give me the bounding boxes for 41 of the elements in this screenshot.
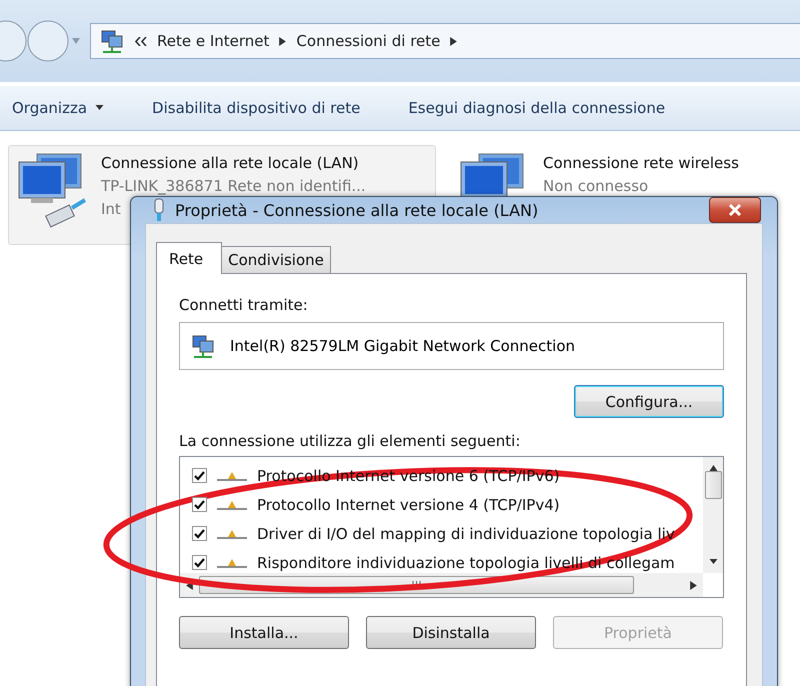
overflow-chevron-icon bbox=[135, 36, 147, 46]
vertical-scrollbar[interactable] bbox=[703, 457, 723, 573]
adapter-field: Intel(R) 82579LM Gigabit Network Connection bbox=[179, 322, 724, 370]
dialog-button[interactable]: Disinstalla bbox=[366, 616, 536, 649]
breadcrumb-item[interactable]: Connessioni di rete bbox=[296, 32, 440, 50]
checkbox[interactable] bbox=[192, 468, 207, 483]
checkbox[interactable] bbox=[192, 555, 207, 570]
scroll-down-icon bbox=[708, 559, 718, 565]
toolbar-button[interactable]: Disabilita dispositivo di rete bbox=[152, 99, 360, 117]
connection-name: Connessione rete wireless bbox=[543, 153, 739, 174]
network-adapter-icon bbox=[190, 333, 216, 359]
organize-menu[interactable]: Organizza bbox=[12, 99, 104, 117]
breadcrumb-arrow-icon bbox=[450, 36, 458, 46]
connection-status: Non connesso bbox=[543, 176, 648, 197]
tab[interactable]: Condivisione bbox=[221, 246, 331, 274]
connection-status: TP-LINK_386871 Rete non identifi... bbox=[101, 176, 366, 197]
network-folder-icon bbox=[99, 28, 125, 54]
component-label[interactable]: Protocollo Internet versione 4 (TCP/IPv4) bbox=[257, 496, 560, 514]
protocol-icon bbox=[217, 556, 247, 568]
connection-name: Connessione alla rete locale (LAN) bbox=[101, 153, 359, 174]
breadcrumb-arrow-icon bbox=[279, 36, 286, 46]
toolbar-button[interactable]: Esegui diagnosi della connessione bbox=[408, 99, 666, 117]
checkbox[interactable] bbox=[192, 497, 207, 512]
items-label: La connessione utilizza gli elementi seguenti: bbox=[179, 432, 520, 450]
breadcrumb-item[interactable]: Rete e Internet bbox=[157, 32, 270, 50]
protocol-icon bbox=[217, 528, 247, 540]
dialog-button[interactable]: Installa... bbox=[179, 616, 349, 649]
address-bar[interactable]: Rete e Internet Connessioni di rete bbox=[90, 23, 800, 59]
tab[interactable]: Rete bbox=[156, 242, 222, 274]
scroll-right-icon bbox=[690, 580, 697, 590]
connection-device: Int bbox=[101, 199, 121, 220]
connect-using-label: Connetti tramite: bbox=[179, 296, 308, 314]
protocol-icon bbox=[217, 498, 247, 510]
protocol-icon bbox=[217, 470, 247, 482]
checkbox[interactable] bbox=[192, 526, 207, 541]
close-button[interactable] bbox=[709, 197, 761, 223]
close-icon bbox=[728, 204, 742, 216]
configure-button[interactable]: Configura... bbox=[574, 385, 724, 418]
network-adapter-icon bbox=[153, 198, 165, 222]
scroll-thumb[interactable] bbox=[704, 471, 722, 499]
dropdown-caret-icon bbox=[95, 105, 104, 111]
